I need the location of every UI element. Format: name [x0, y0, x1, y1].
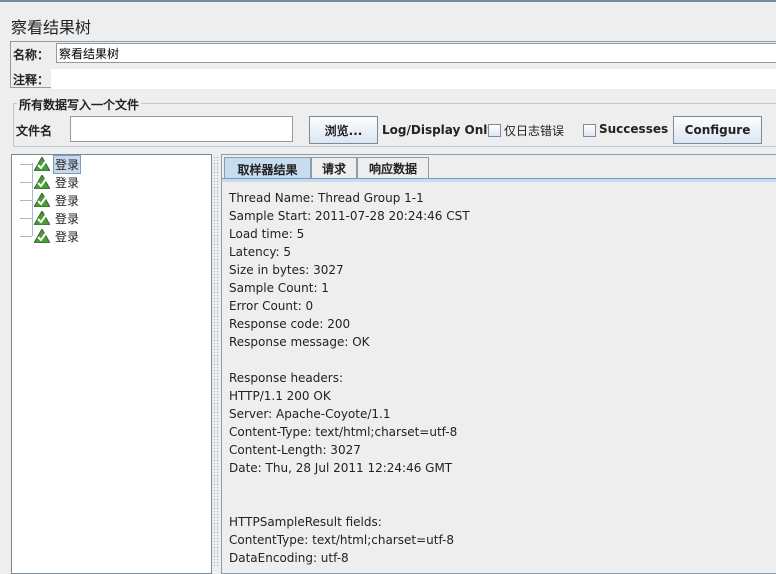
tab-sampler-result[interactable]: 取样器结果: [224, 157, 311, 180]
result-line: Response code: 200: [229, 317, 351, 331]
tree-item[interactable]: 登录: [20, 173, 81, 191]
result-line: Size in bytes: 3027: [229, 263, 344, 277]
result-line: Load time: 5: [229, 227, 305, 241]
comment-input[interactable]: [51, 69, 776, 89]
sampler-result-text: Thread Name: Thread Group 1-1 Sample Star…: [229, 189, 470, 567]
result-line: Content-Type: text/html;charset=utf-8: [229, 425, 458, 439]
result-line: Response message: OK: [229, 335, 370, 349]
tab-request[interactable]: 请求: [311, 157, 357, 178]
result-line: [229, 477, 470, 495]
tree-item-label: 登录: [55, 211, 80, 226]
tree-connector: [20, 163, 32, 165]
result-line: HTTPSampleResult fields:: [229, 515, 382, 529]
result-line: HTTP/1.1 200 OK: [229, 389, 331, 403]
file-name-input[interactable]: [70, 116, 293, 142]
result-line: Error Count: 0: [229, 299, 314, 313]
name-label: 名称：: [13, 48, 50, 62]
result-line: [229, 351, 470, 369]
tree-connector: [20, 199, 32, 201]
success-icon: [34, 157, 50, 171]
result-line: Response headers:: [229, 371, 344, 385]
file-name-label: 文件名: [16, 124, 53, 138]
success-icon: [34, 193, 50, 207]
tree-item-label: 登录: [55, 229, 80, 244]
tree-item-label: 登录: [55, 175, 80, 190]
tree-item[interactable]: 登录: [20, 191, 81, 209]
split-pane-divider[interactable]: [213, 156, 219, 567]
tree-item[interactable]: 登录: [20, 209, 81, 227]
comment-label: 注释：: [13, 73, 50, 87]
tab-underline: [222, 178, 776, 182]
browse-button[interactable]: 浏览...: [309, 116, 378, 144]
result-line: Sample Start: 2011-07-28 20:24:46 CST: [229, 209, 470, 223]
result-line: Latency: 5: [229, 245, 292, 259]
tree-item-label: 登录: [53, 154, 82, 174]
success-icon: [34, 211, 50, 225]
result-line: ContentType: text/html;charset=utf-8: [229, 533, 454, 547]
window-border: [0, 0, 776, 2]
page-title: 察看结果树: [11, 18, 92, 37]
tree-item[interactable]: 登录: [20, 227, 81, 245]
tree-connector: [20, 217, 32, 219]
success-icon: [34, 175, 50, 189]
result-line: Server: Apache-Coyote/1.1: [229, 407, 391, 421]
result-line: Sample Count: 1: [229, 281, 329, 295]
result-line: Content-Length: 3027: [229, 443, 361, 457]
tab-response-data[interactable]: 响应数据: [357, 157, 429, 178]
successes-checkbox[interactable]: [583, 124, 596, 137]
name-input[interactable]: [56, 43, 776, 63]
tree-item-label: 登录: [55, 193, 80, 208]
errors-label: 仅日志错误: [504, 124, 565, 138]
result-line: DataEncoding: utf-8: [229, 551, 349, 565]
log-display-label: Log/Display Only:: [382, 123, 500, 137]
errors-checkbox[interactable]: [488, 124, 501, 137]
tree-item[interactable]: 登录: [20, 154, 82, 174]
result-line: [229, 495, 470, 513]
result-line: Date: Thu, 28 Jul 2011 12:24:46 GMT: [229, 461, 453, 475]
successes-label: Successes: [599, 122, 669, 136]
tree-connector: [20, 235, 32, 237]
success-icon: [34, 229, 50, 243]
configure-button[interactable]: Configure: [673, 116, 762, 144]
file-group-title: 所有数据写入一个文件: [17, 96, 142, 113]
tree-connector: [20, 181, 32, 183]
result-line: Thread Name: Thread Group 1-1: [229, 191, 424, 205]
